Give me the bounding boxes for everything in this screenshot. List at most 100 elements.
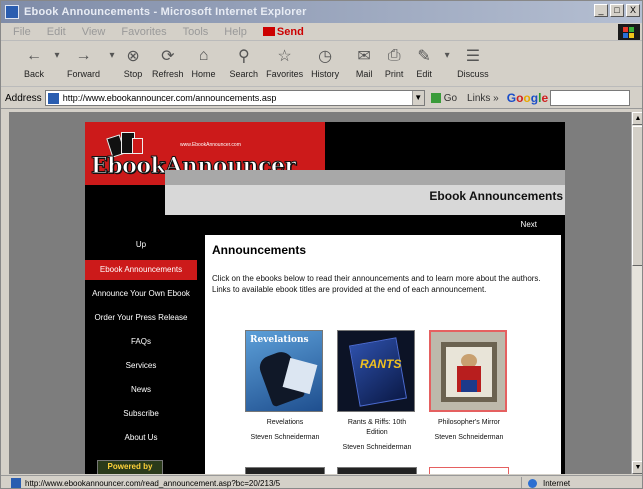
book-cover[interactable]: Revelations	[245, 330, 323, 412]
search-label: Search	[229, 69, 259, 79]
favorites-icon: ☆	[277, 48, 292, 65]
nav-faqs[interactable]: FAQs	[85, 332, 197, 352]
history-label: History	[311, 69, 340, 79]
menu-edit[interactable]: Edit	[47, 26, 66, 38]
book-title: Philosopher's Mirror	[437, 419, 501, 426]
content-heading: Announcements	[212, 243, 307, 257]
edit-label: Edit	[416, 69, 432, 79]
cover-book-graphic	[348, 337, 408, 407]
favorites-button[interactable]: ☆ Favorites	[266, 42, 303, 79]
book-author: Steven Schneiderman	[250, 434, 320, 441]
browser-window: Ebook Announcements - Microsoft Internet…	[0, 0, 643, 489]
back-button[interactable]: ← Back	[23, 42, 45, 79]
edit-icon: ✎	[417, 48, 431, 65]
address-dropdown-icon[interactable]: ▼	[411, 91, 424, 105]
menu-tools[interactable]: Tools	[183, 26, 209, 38]
menu-help[interactable]: Help	[224, 26, 247, 38]
scroll-thumb[interactable]	[632, 126, 642, 266]
maximize-button[interactable]: □	[610, 4, 624, 17]
nav-ebook-announcements[interactable]: Ebook Announcements	[85, 260, 197, 280]
book-cover-next-row[interactable]	[337, 467, 417, 474]
history-button[interactable]: ◷ History	[311, 42, 339, 79]
google-search-input[interactable]	[550, 90, 631, 106]
menu-bar: File Edit View Favorites Tools Help Send	[1, 23, 642, 41]
header-divider	[165, 170, 565, 185]
forward-button[interactable]: → Forward	[67, 42, 100, 79]
nav-about-us[interactable]: About Us	[85, 428, 197, 448]
home-button[interactable]: ⌂ Home	[192, 42, 216, 79]
nav-up[interactable]: Up	[85, 235, 197, 255]
windows-logo-icon	[618, 24, 640, 40]
forward-dropdown-icon[interactable]: ▾	[108, 50, 116, 74]
edit-button[interactable]: ✎ Edit	[413, 42, 435, 79]
status-url: http://www.ebookannouncer.com/read_annou…	[25, 478, 281, 488]
mail-icon: ✉	[357, 48, 371, 65]
discuss-label: Discuss	[457, 69, 489, 79]
minimize-button[interactable]: _	[594, 4, 608, 17]
address-bar: Address http://www.ebookannouncer.com/an…	[1, 88, 642, 109]
back-label: Back	[23, 69, 44, 79]
cover-figure	[461, 380, 477, 392]
stop-button[interactable]: ⊗ Stop	[122, 42, 144, 79]
google-toolbar-logo[interactable]: Google	[507, 91, 548, 105]
vertical-scrollbar[interactable]: ▲ ▼	[631, 112, 642, 474]
ie-app-icon	[5, 5, 19, 19]
go-arrow-icon	[430, 93, 441, 103]
book-rants-and-riffs[interactable]: RANTS Rants & Riffs: 10th Edition Steven…	[337, 330, 417, 451]
next-bar: Next	[85, 215, 565, 235]
discuss-button[interactable]: ☰ Discuss	[457, 42, 489, 79]
menu-file[interactable]: File	[13, 26, 31, 38]
mail-button[interactable]: ✉ Mail	[353, 42, 375, 79]
cover-title: RANTS	[360, 357, 402, 371]
print-label: Print	[384, 69, 404, 79]
links-button[interactable]: Links »	[467, 93, 499, 104]
book-philosophers-mirror[interactable]: Philosopher's Mirror Steven Schneiderman	[429, 330, 509, 441]
edit-dropdown-icon[interactable]: ▾	[443, 50, 451, 74]
nav-subscribe[interactable]: Subscribe	[85, 404, 197, 424]
send-mail-icon	[262, 27, 275, 36]
address-url: http://www.ebookannouncer.com/announceme…	[62, 93, 277, 103]
discuss-icon: ☰	[465, 48, 481, 65]
nav-services[interactable]: Services	[85, 356, 197, 376]
nav-news[interactable]: News	[85, 380, 197, 400]
stop-label: Stop	[123, 69, 143, 79]
next-link[interactable]: Next	[521, 220, 537, 229]
powered-by-badge[interactable]: Powered by	[97, 460, 163, 474]
send-button[interactable]: Send	[262, 26, 304, 38]
security-zone: Internet	[521, 477, 571, 488]
book-author: Steven Schneiderman	[434, 434, 504, 441]
search-button[interactable]: ⚲ Search	[230, 42, 259, 79]
back-dropdown-icon[interactable]: ▾	[53, 50, 61, 74]
page-header-title: Ebook Announcements	[429, 189, 563, 203]
page-viewport: www.EbookAnnouncer.com EbookAnnouncer Eb…	[9, 112, 631, 474]
status-page-icon	[11, 478, 21, 488]
address-input[interactable]: http://www.ebookannouncer.com/announceme…	[44, 90, 425, 106]
book-cover-next-row[interactable]	[429, 467, 509, 474]
content-intro: Click on the ebooks below to read their …	[212, 274, 541, 294]
home-label: Home	[191, 69, 216, 79]
refresh-button[interactable]: ⟳ Refresh	[152, 42, 184, 79]
book-revelations[interactable]: Revelations Revelations Steven Schneider…	[245, 330, 325, 441]
status-bar: http://www.ebookannouncer.com/read_annou…	[1, 475, 642, 488]
book-cover-next-row[interactable]	[245, 467, 325, 474]
go-button[interactable]: Go	[430, 92, 458, 104]
print-button[interactable]: ⎙ Print	[383, 42, 405, 79]
go-label: Go	[443, 92, 458, 104]
book-cover[interactable]	[429, 330, 507, 412]
nav-order-press-release[interactable]: Order Your Press Release	[85, 308, 197, 328]
print-icon: ⎙	[387, 47, 401, 64]
zone-label: Internet	[543, 478, 571, 488]
window-controls: _ □ X	[594, 4, 640, 17]
nav-announce-your-own-ebook[interactable]: Announce Your Own Ebook	[85, 284, 197, 304]
menu-view[interactable]: View	[82, 26, 106, 38]
title-bar: Ebook Announcements - Microsoft Internet…	[1, 1, 642, 23]
forward-arrow-icon: →	[75, 47, 92, 64]
scroll-down-icon[interactable]: ▼	[632, 461, 642, 474]
scroll-up-icon[interactable]: ▲	[632, 112, 642, 125]
book-cover[interactable]: RANTS	[337, 330, 415, 412]
close-button[interactable]: X	[626, 4, 640, 17]
web-page: www.EbookAnnouncer.com EbookAnnouncer Eb…	[85, 122, 565, 474]
history-icon: ◷	[318, 48, 333, 65]
refresh-label: Refresh	[152, 69, 184, 79]
menu-favorites[interactable]: Favorites	[121, 26, 166, 38]
